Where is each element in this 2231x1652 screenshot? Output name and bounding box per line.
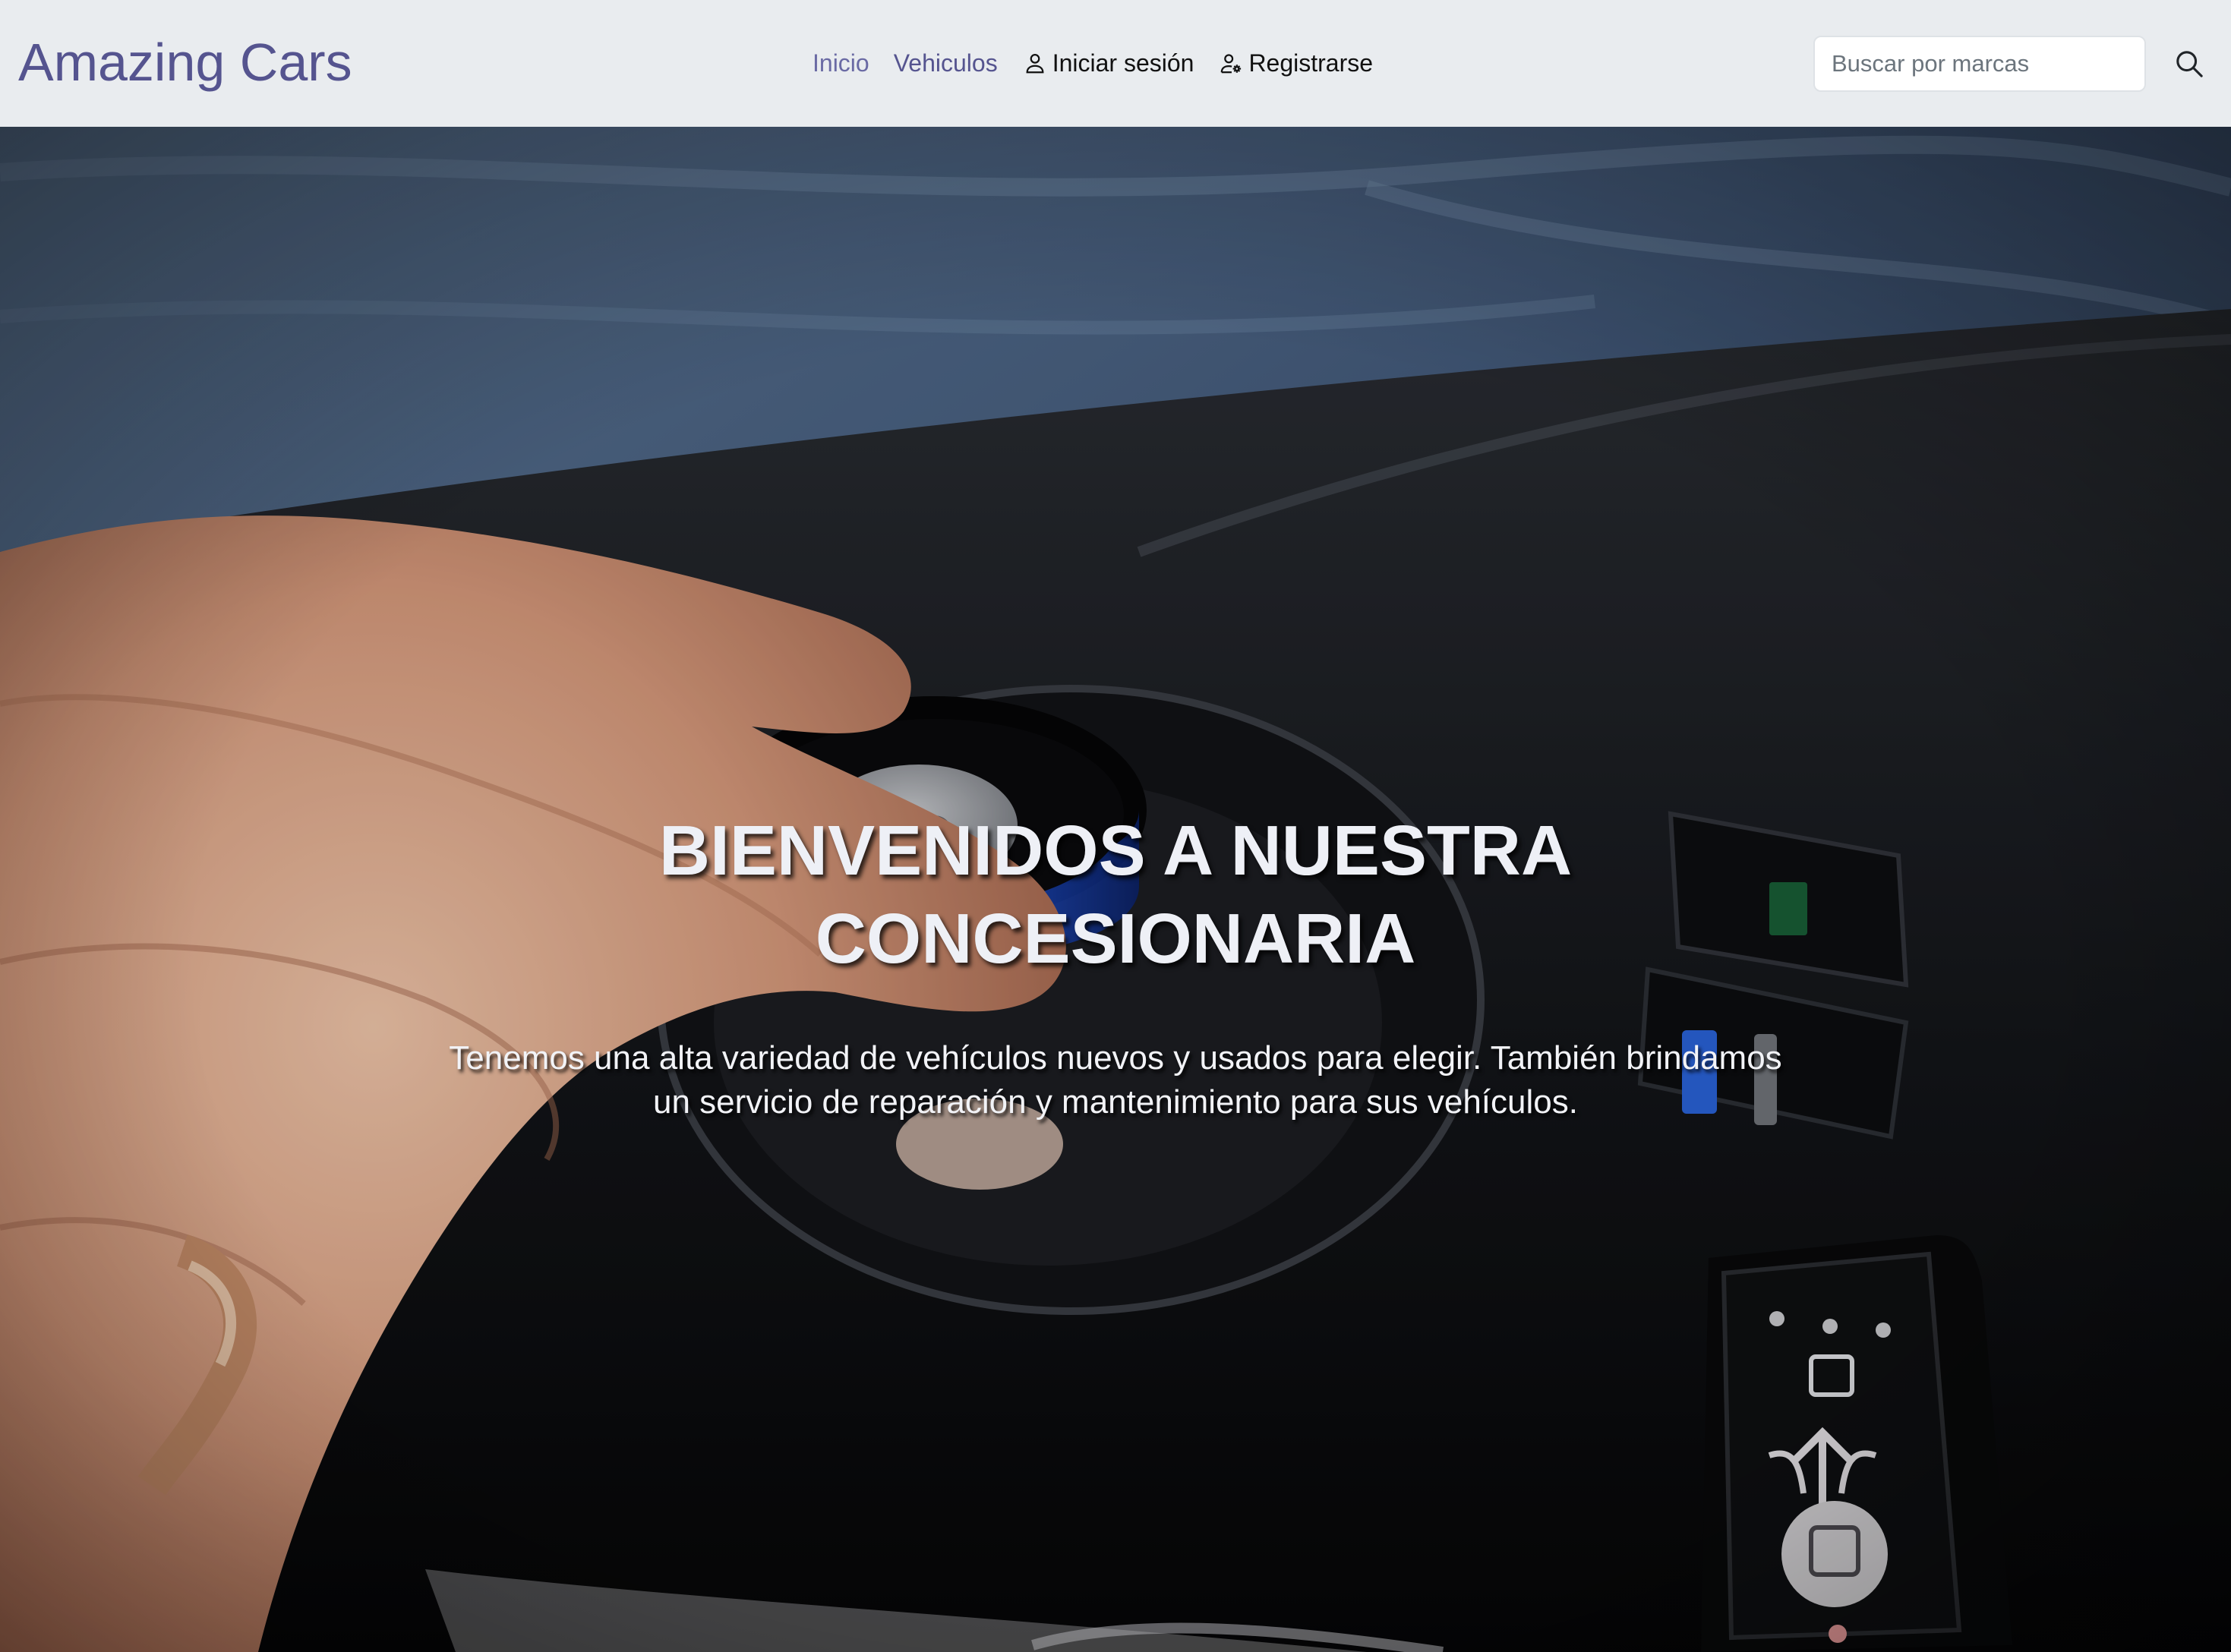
search-input[interactable] [1813,36,2146,92]
nav-link-login-label: Iniciar sesión [1052,49,1194,77]
navbar: Amazing Cars Inicio Vehiculos Iniciar se… [0,0,2231,127]
nav-link-register[interactable]: Registrarse [1220,44,1373,82]
nav-link-register-label: Registrarse [1248,49,1374,77]
main-nav: Inicio Vehiculos Iniciar sesión Registra… [813,44,1373,82]
person-gear-icon [1221,54,1242,74]
hero-description: Tenemos una alta variedad de vehículos n… [449,1039,1782,1121]
person-icon [1026,54,1044,74]
nav-link-inicio[interactable]: Inicio [813,44,869,82]
nav-link-login[interactable]: Iniciar sesión [1024,44,1194,82]
hero-title: BIENVENIDOS A NUESTRA CONCESIONARIA [658,811,1573,978]
search-icon [2176,50,2203,77]
hero-banner: BIENVENIDOS A NUESTRA CONCESIONARIA Tene… [0,127,2231,1652]
nav-link-vehiculos[interactable]: Vehiculos [894,44,998,82]
brand-logo-link[interactable]: Amazing Cars [18,30,352,94]
search-button[interactable] [2172,47,2207,82]
